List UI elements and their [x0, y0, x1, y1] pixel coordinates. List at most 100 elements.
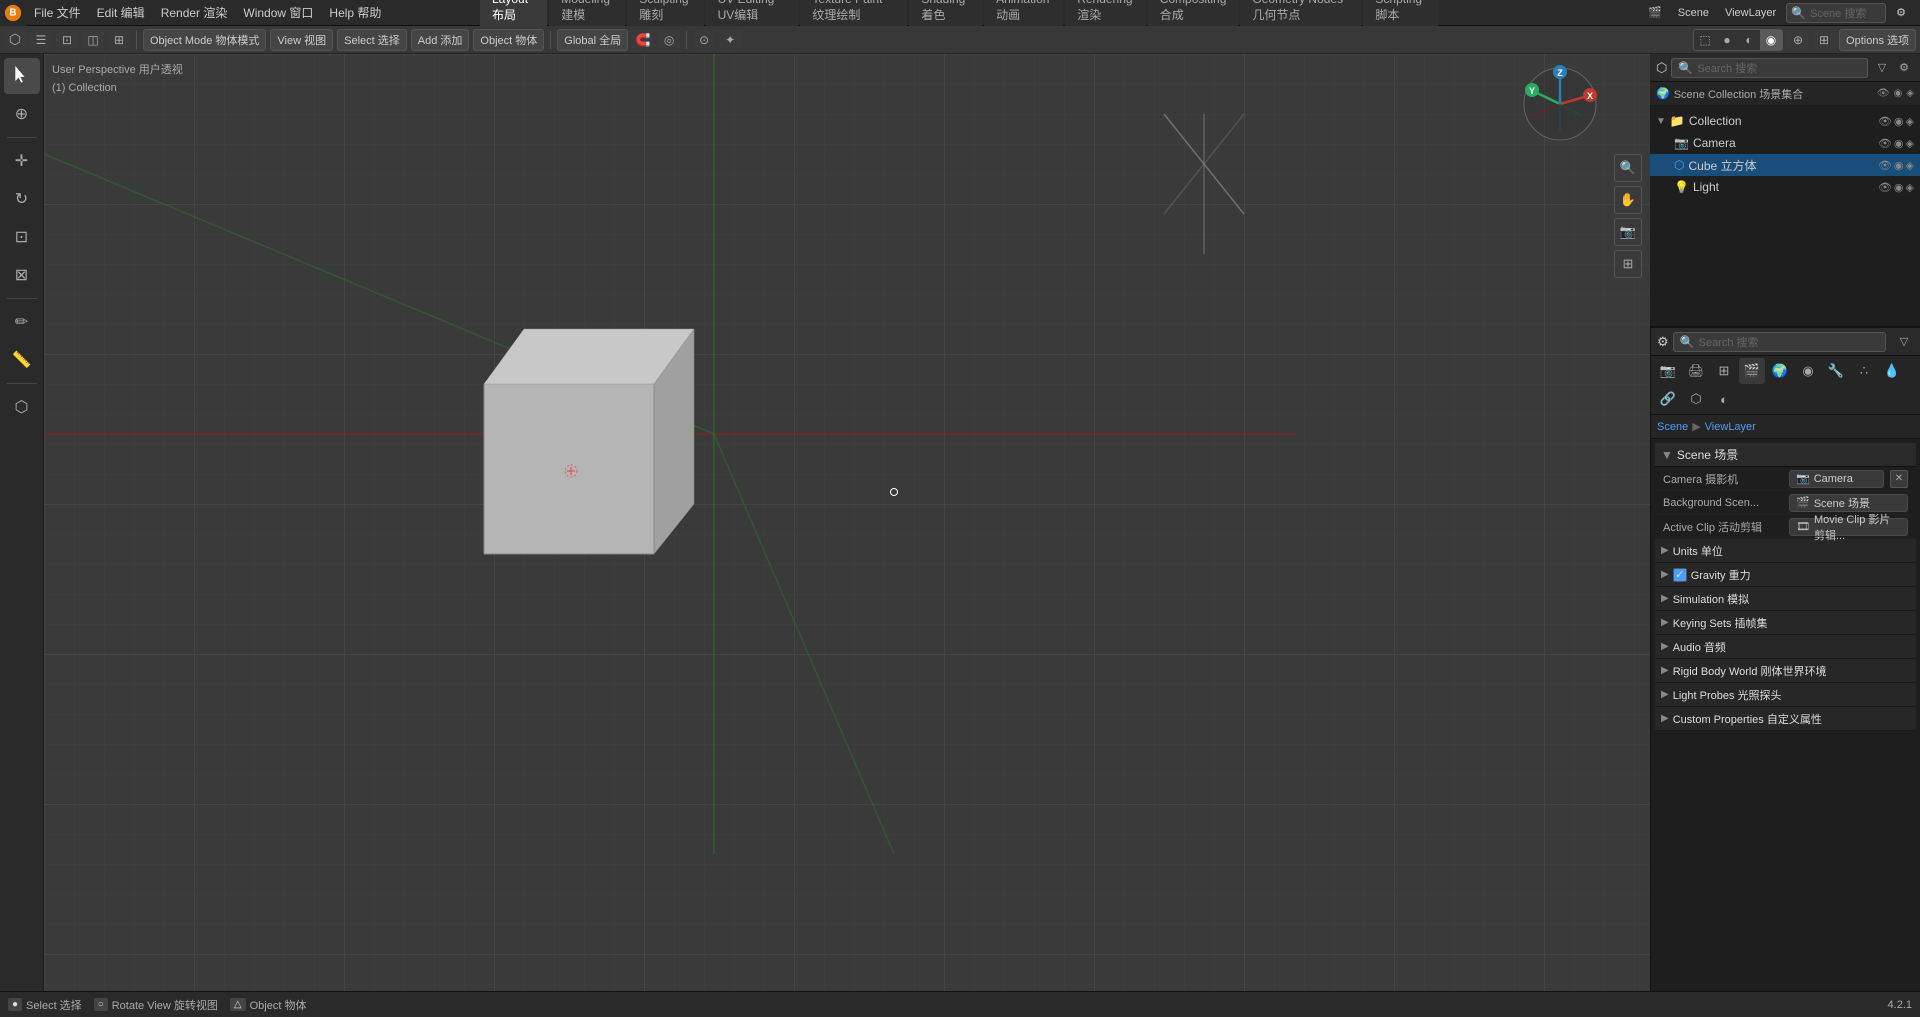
- props-tab-physics[interactable]: 💧: [1879, 358, 1905, 384]
- cube-eye-icon[interactable]: 👁: [1878, 159, 1892, 172]
- props-editor-icon[interactable]: ⚙: [1657, 334, 1669, 350]
- menu-file[interactable]: File 文件: [26, 0, 89, 25]
- light-probes-section[interactable]: ▶ Light Probes 光照探头: [1655, 683, 1916, 707]
- snap-icon[interactable]: 🧲: [632, 30, 654, 50]
- units-section[interactable]: ▶ Units 单位: [1655, 539, 1916, 563]
- menu-help[interactable]: Help 帮助: [321, 0, 389, 25]
- proportional-edit-icon[interactable]: ◎: [658, 30, 680, 50]
- menu-edit[interactable]: Edit 编辑: [89, 0, 153, 25]
- custom-props-section[interactable]: ▶ Custom Properties 自定义属性: [1655, 707, 1916, 731]
- audio-section[interactable]: ▶ Audio 音频: [1655, 635, 1916, 659]
- transform-tool-btn[interactable]: ⊠: [4, 257, 40, 293]
- tab-scripting[interactable]: Scripting 脚本: [1363, 0, 1438, 26]
- outliner-item-cube[interactable]: ⬡ Cube 立方体 👁 ◉ ◈: [1650, 154, 1920, 176]
- props-tab-object[interactable]: ◉: [1795, 358, 1821, 384]
- breadcrumb-scene[interactable]: Scene: [1657, 421, 1688, 433]
- tab-compositing[interactable]: Compositing 合成: [1148, 0, 1239, 26]
- light-select-icon[interactable]: ◈: [1906, 181, 1914, 194]
- props-tab-output[interactable]: 🖨: [1683, 358, 1709, 384]
- top-search[interactable]: 🔍 Scene 搜索: [1786, 3, 1886, 23]
- options-btn[interactable]: Options 选项: [1839, 29, 1916, 51]
- camera-view-icon[interactable]: 📷: [1614, 218, 1642, 246]
- props-tab-data[interactable]: ⬡: [1683, 386, 1709, 412]
- select-menu[interactable]: Select 选择: [337, 29, 407, 51]
- props-search[interactable]: 🔍 Search 搜索: [1673, 332, 1886, 352]
- tab-shading[interactable]: Shading 着色: [909, 0, 982, 26]
- tab-sculpting[interactable]: Sculpting 雕刻: [627, 0, 703, 26]
- grid-view-icon[interactable]: ⊞: [1614, 250, 1642, 278]
- select-tool-btn[interactable]: [4, 58, 40, 94]
- rigid-body-section[interactable]: ▶ Rigid Body World 刚体世界环境: [1655, 659, 1916, 683]
- camera-select-icon2[interactable]: ◈: [1906, 137, 1914, 150]
- navigation-gizmo[interactable]: X Y Z: [1520, 64, 1600, 144]
- pan-icon[interactable]: ✋: [1614, 186, 1642, 214]
- viewport-icon4[interactable]: ⊞: [108, 30, 130, 50]
- viewport-icon2[interactable]: ⊡: [56, 30, 78, 50]
- camera-clear-btn[interactable]: ✕: [1890, 470, 1908, 488]
- props-tab-modifiers[interactable]: 🔧: [1823, 358, 1849, 384]
- scene-section-header[interactable]: ▼ Scene 场景: [1655, 443, 1916, 467]
- breadcrumb-viewlayer[interactable]: ViewLayer: [1705, 421, 1756, 433]
- collection-select-icon[interactable]: ◈: [1906, 115, 1914, 128]
- overlay-icon[interactable]: ⊕: [1787, 30, 1809, 50]
- annotate-tool-btn[interactable]: ✏: [4, 304, 40, 340]
- menu-render[interactable]: Render 渲染: [153, 0, 236, 25]
- rotate-tool-btn[interactable]: ↻: [4, 181, 40, 217]
- simulation-section[interactable]: ▶ Simulation 模拟: [1655, 587, 1916, 611]
- tab-rendering[interactable]: Rendering 渲染: [1065, 0, 1146, 26]
- gravity-checkbox[interactable]: ✓: [1673, 568, 1687, 582]
- view-layer-selector[interactable]: ViewLayer: [1719, 5, 1782, 21]
- props-tab-constraints[interactable]: 🔗: [1655, 386, 1681, 412]
- tab-geometry-nodes[interactable]: Geometry Nodes 几何节点: [1240, 0, 1361, 26]
- select-icon[interactable]: ◈: [1906, 88, 1914, 99]
- zoom-to-fit-icon[interactable]: 🔍: [1614, 154, 1642, 182]
- outliner-filter-icon[interactable]: ▽: [1872, 58, 1892, 78]
- global-transform[interactable]: Global 全局: [557, 29, 628, 51]
- props-tab-view-layer[interactable]: ⊞: [1711, 358, 1737, 384]
- scale-tool-btn[interactable]: ⊡: [4, 219, 40, 255]
- add-menu[interactable]: Add 添加: [411, 29, 470, 51]
- keying-sets-section[interactable]: ▶ Keying Sets 插帧集: [1655, 611, 1916, 635]
- editor-type-icon[interactable]: ⬡: [4, 30, 26, 50]
- bg-scene-value[interactable]: 🎬 Scene 场景: [1789, 494, 1908, 512]
- transform-orient-icon[interactable]: ✦: [719, 30, 741, 50]
- camera-eye-icon[interactable]: 👁: [1878, 137, 1892, 150]
- viewport-3d[interactable]: User Perspective 用户透视 (1) Collection X Y…: [44, 54, 1650, 991]
- active-clip-value[interactable]: 🎞 Movie Clip 影片剪辑...: [1789, 518, 1908, 536]
- props-tab-scene[interactable]: 🎬: [1739, 358, 1765, 384]
- props-tab-world[interactable]: 🌍: [1767, 358, 1793, 384]
- object-menu[interactable]: Object 物体: [473, 29, 544, 51]
- cursor-tool-btn[interactable]: ⊕: [4, 96, 40, 132]
- view-menu[interactable]: View 视图: [270, 29, 333, 51]
- light-render-icon[interactable]: ◉: [1894, 181, 1904, 194]
- tab-animation[interactable]: Animation 动画: [984, 0, 1063, 26]
- collection-render-icon[interactable]: ◉: [1894, 115, 1904, 128]
- collection-eye-icon[interactable]: 👁: [1878, 115, 1892, 128]
- props-filter-icon[interactable]: ▽: [1894, 332, 1914, 352]
- outliner-options-icon[interactable]: ⚙: [1894, 58, 1914, 78]
- light-eye-icon[interactable]: 👁: [1878, 181, 1892, 194]
- object-mode-dropdown[interactable]: Object Mode 物体模式: [143, 29, 266, 51]
- tab-texture-paint[interactable]: Texture Paint 纹理绘制: [800, 0, 907, 26]
- move-tool-btn[interactable]: ✛: [4, 143, 40, 179]
- viewport-icon1[interactable]: ☰: [30, 30, 52, 50]
- eye-icon[interactable]: 👁: [1877, 88, 1890, 99]
- cube-render-icon[interactable]: ◉: [1894, 159, 1904, 172]
- outliner-item-light[interactable]: 💡 Light 👁 ◉ ◈: [1650, 176, 1920, 198]
- tab-uv-editing[interactable]: UV Editing UV编辑: [706, 0, 799, 26]
- blender-logo-icon[interactable]: B: [0, 0, 26, 26]
- rendered-shading-btn[interactable]: ◉: [1760, 30, 1782, 50]
- menu-window[interactable]: Window 窗口: [235, 0, 321, 25]
- material-shading-btn[interactable]: ◐: [1738, 30, 1760, 50]
- props-tab-material[interactable]: ◐: [1711, 386, 1737, 412]
- camera-render-icon[interactable]: ◉: [1894, 88, 1903, 99]
- gizmo-icon[interactable]: ⊞: [1813, 30, 1835, 50]
- add-object-tool-btn[interactable]: ⬡: [4, 389, 40, 425]
- settings-icon[interactable]: ⚙: [1890, 4, 1912, 21]
- outliner-item-collection[interactable]: ▼ 📁 Collection 👁 ◉ ◈: [1650, 110, 1920, 132]
- viewport-icon3[interactable]: ◫: [82, 30, 104, 50]
- solid-shading-btn[interactable]: ●: [1716, 30, 1738, 50]
- outliner-item-camera[interactable]: 📷 Camera 👁 ◉ ◈: [1650, 132, 1920, 154]
- outliner-search[interactable]: 🔍 Search 搜索: [1671, 58, 1868, 78]
- gravity-section[interactable]: ▶ ✓ Gravity 重力: [1655, 563, 1916, 587]
